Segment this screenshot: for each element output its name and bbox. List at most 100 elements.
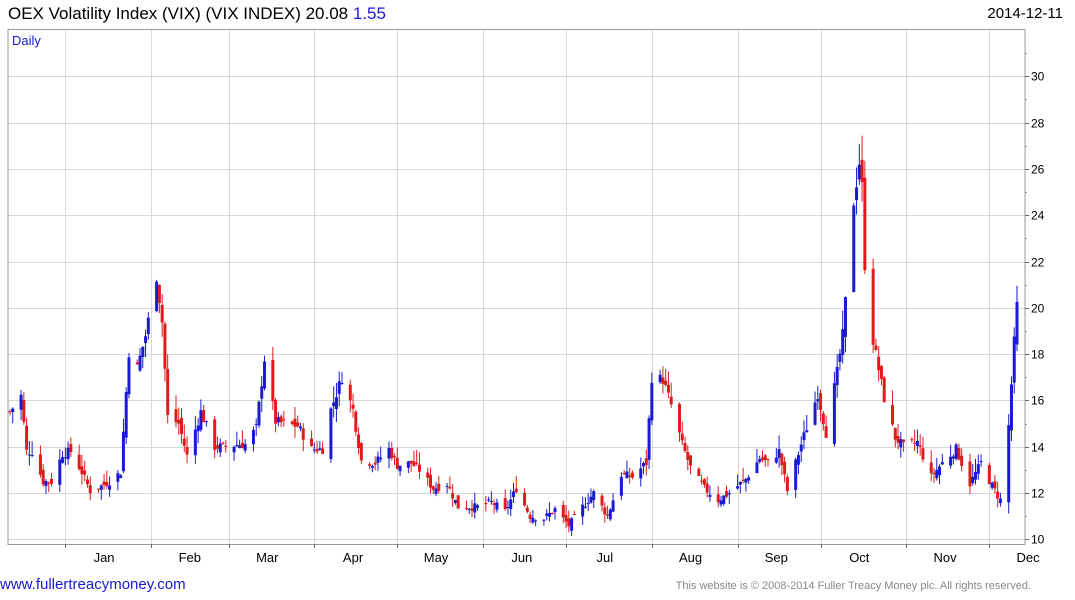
candle-body bbox=[489, 500, 493, 502]
candle-body bbox=[38, 454, 42, 475]
x-tick-label: Dec bbox=[1017, 550, 1041, 565]
candle-body bbox=[121, 431, 125, 472]
candle-body bbox=[929, 462, 933, 474]
candle-body bbox=[910, 439, 914, 441]
candle-body bbox=[448, 487, 452, 489]
candle-body bbox=[25, 425, 29, 450]
candle-body bbox=[182, 438, 186, 446]
candle-body bbox=[393, 456, 397, 458]
candle-body bbox=[354, 411, 358, 432]
candle-body bbox=[512, 491, 515, 498]
candle-body bbox=[650, 382, 654, 421]
candle-body bbox=[138, 355, 142, 371]
candle-body bbox=[628, 475, 632, 477]
candle-body bbox=[412, 461, 416, 466]
website-link[interactable]: www.fullertreacymoney.com bbox=[0, 576, 186, 593]
candle-body bbox=[891, 405, 895, 425]
candle-body bbox=[553, 508, 557, 513]
candle-body bbox=[821, 413, 825, 425]
candle-body bbox=[838, 353, 842, 362]
candles bbox=[8, 135, 1019, 537]
candle-body bbox=[312, 449, 316, 451]
y-tick-label: 24 bbox=[1031, 209, 1045, 223]
candle-body bbox=[395, 457, 399, 469]
candle-body bbox=[329, 408, 333, 459]
candle-body bbox=[119, 475, 123, 478]
candle-body bbox=[547, 512, 551, 517]
candle-body bbox=[290, 421, 294, 424]
candle-body bbox=[644, 458, 648, 466]
candle-body bbox=[260, 386, 264, 399]
candle-body bbox=[960, 455, 964, 466]
candle-body bbox=[719, 500, 723, 505]
candle-body bbox=[464, 507, 468, 510]
candle-body bbox=[572, 513, 576, 515]
candle-body bbox=[484, 502, 488, 505]
candle-body bbox=[398, 465, 402, 472]
candle-body bbox=[315, 449, 319, 452]
x-tick-label: Mar bbox=[256, 550, 279, 565]
candle-body bbox=[702, 479, 706, 485]
candle-body bbox=[913, 442, 917, 444]
candle-body bbox=[531, 517, 535, 523]
candle-body bbox=[877, 356, 881, 371]
candle-body bbox=[63, 457, 67, 459]
candle-body bbox=[794, 459, 798, 490]
candle-body bbox=[224, 445, 228, 447]
y-tick-label: 20 bbox=[1031, 302, 1045, 316]
candle-body bbox=[755, 462, 759, 474]
candle-body bbox=[437, 483, 441, 491]
candle-body bbox=[990, 482, 994, 488]
candle-body bbox=[708, 494, 712, 497]
candle-body bbox=[747, 477, 751, 481]
candle-body bbox=[215, 445, 219, 449]
candle-body bbox=[431, 486, 435, 490]
candle-body bbox=[141, 346, 145, 357]
candle-body bbox=[824, 426, 828, 438]
x-tick-label: Jul bbox=[596, 550, 613, 565]
candle-body bbox=[257, 401, 261, 426]
candle-body bbox=[467, 508, 471, 510]
candle-body bbox=[857, 164, 861, 180]
candle-body bbox=[376, 456, 380, 463]
candle-body bbox=[816, 399, 820, 402]
candle-body bbox=[240, 442, 244, 449]
candle-body bbox=[445, 486, 449, 488]
candle-body bbox=[49, 478, 53, 484]
candle-body bbox=[202, 409, 206, 423]
candle-body bbox=[802, 432, 806, 441]
candle-body bbox=[882, 377, 886, 402]
candle-body bbox=[608, 509, 612, 520]
candle-body bbox=[470, 508, 474, 511]
y-tick-label: 28 bbox=[1031, 117, 1045, 131]
candle-body bbox=[263, 361, 267, 389]
candle-body bbox=[974, 472, 978, 480]
candle-body bbox=[622, 473, 626, 475]
candle-body bbox=[368, 464, 372, 466]
y-tick-label: 30 bbox=[1031, 70, 1045, 84]
candle-body bbox=[603, 507, 607, 515]
candle-body bbox=[1015, 301, 1019, 345]
y-tick-label: 22 bbox=[1031, 256, 1045, 270]
candle-body bbox=[550, 513, 554, 515]
candle-body bbox=[722, 495, 726, 504]
candle-body bbox=[860, 159, 864, 183]
candle-body bbox=[124, 392, 128, 438]
candle-body bbox=[932, 472, 936, 475]
candle-body bbox=[993, 481, 997, 489]
candle-body bbox=[108, 485, 112, 490]
copyright-text: This website is © 2008-2014 Fuller Treac… bbox=[675, 580, 1031, 592]
candle-body bbox=[736, 486, 740, 489]
candle-body bbox=[69, 444, 73, 452]
candle-body bbox=[639, 468, 643, 479]
candle-body bbox=[426, 472, 430, 478]
candle-body bbox=[97, 488, 101, 490]
candle-body bbox=[523, 492, 527, 506]
candle-body bbox=[647, 418, 651, 460]
candle-body bbox=[852, 205, 856, 293]
candle-body bbox=[915, 440, 919, 446]
candle-body bbox=[321, 448, 325, 454]
candle-body bbox=[243, 444, 247, 451]
candle-body bbox=[160, 304, 164, 323]
candle-body bbox=[163, 323, 167, 369]
